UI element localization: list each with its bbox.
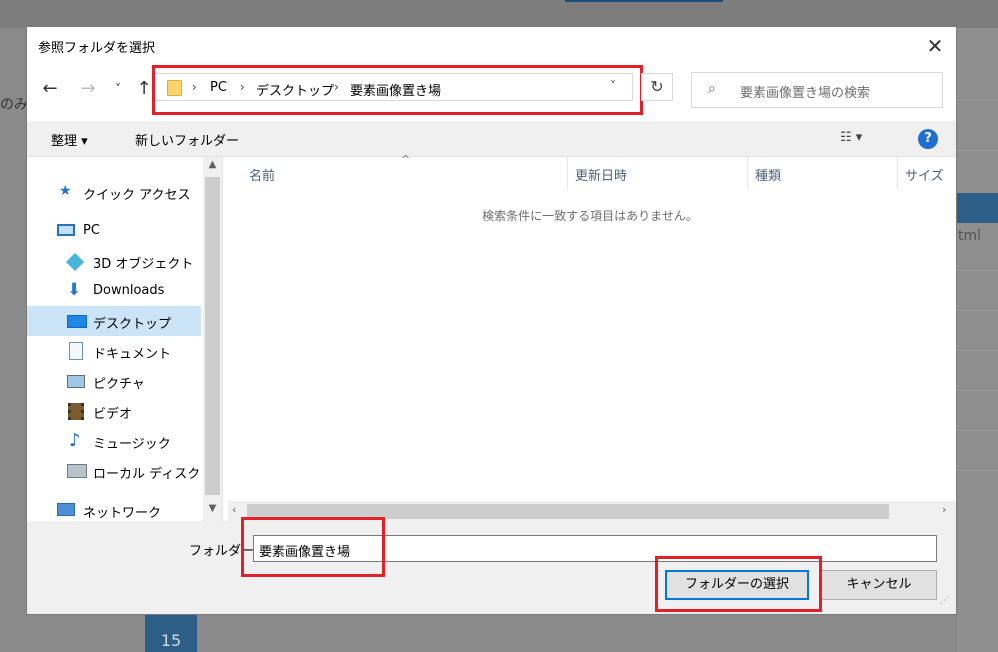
nav-item-label: 3D オブジェクト: [93, 257, 194, 272]
column-header-date-modified[interactable]: 更新日時: [575, 165, 627, 184]
music-note-icon: ♪: [69, 430, 81, 451]
picture-icon: [67, 375, 85, 388]
scroll-up-icon[interactable]: ▲: [203, 159, 222, 170]
nav-item-quick-access[interactable]: ★ クイック アクセス: [27, 177, 201, 207]
scroll-right-icon[interactable]: ›: [942, 503, 946, 516]
nav-item-videos[interactable]: ビデオ: [27, 396, 201, 426]
nav-item-label: ローカル ディスク (C: [93, 467, 219, 482]
scroll-down-icon[interactable]: ▼: [203, 503, 222, 514]
nav-item-pc[interactable]: PC: [27, 216, 201, 246]
background-divider: [957, 470, 998, 471]
close-icon[interactable]: ✕: [920, 32, 950, 60]
help-icon[interactable]: ?: [918, 129, 938, 149]
background-top-button: [565, 0, 723, 2]
background-divider: [957, 270, 998, 271]
new-folder-button[interactable]: 新しいフォルダー: [135, 130, 239, 149]
download-arrow-icon: ⬇: [67, 280, 82, 300]
title-bar: 参照フォルダを選択 ✕: [27, 27, 956, 65]
background-divider: [957, 100, 998, 101]
background-selected-row: [957, 193, 998, 223]
nav-item-label: ビデオ: [93, 407, 133, 422]
sort-indicator-icon: ^: [401, 153, 411, 166]
column-header-size[interactable]: サイズ: [905, 165, 944, 184]
nav-item-label: ピクチャ: [93, 377, 145, 392]
background-text: tml: [958, 228, 982, 244]
nav-item-downloads[interactable]: ⬇ Downloads: [27, 276, 201, 306]
nav-pane-scroll-thumb[interactable]: [205, 177, 220, 495]
empty-folder-message: 検索条件に一致する項目はありません。: [482, 209, 698, 223]
recent-locations-chevron-icon[interactable]: ˅: [107, 77, 129, 101]
star-icon: ★: [59, 183, 72, 199]
nav-item-desktop[interactable]: デスクトップ: [27, 306, 201, 336]
folder-picker-dialog: 参照フォルダを選択 ✕ ← → ˅ ↑ › PC › デスクトップ › 要素画像…: [26, 26, 957, 615]
search-placeholder: 要素画像置き場の検索: [740, 86, 871, 101]
nav-item-label: デスクトップ: [93, 317, 172, 332]
column-header-type[interactable]: 種類: [755, 165, 781, 184]
nav-item-local-disk[interactable]: ローカル ディスク (C: [27, 456, 219, 486]
nav-item-pictures[interactable]: ピクチャ: [27, 366, 201, 396]
dialog-title: 参照フォルダを選択: [38, 41, 156, 56]
refresh-icon[interactable]: ↻: [641, 73, 673, 101]
network-icon: [57, 503, 75, 516]
file-list-pane: ^ 名前 更新日時 種類 サイズ 検索条件に一致する項目はありません。: [222, 153, 956, 521]
disk-icon: [67, 464, 87, 478]
nav-item-label: クイック アクセス: [83, 188, 191, 203]
column-header-name[interactable]: 名前: [249, 165, 275, 184]
nav-item-label: ネットワーク: [83, 506, 162, 521]
column-divider[interactable]: [567, 157, 568, 189]
nav-item-label: Downloads: [93, 283, 165, 298]
background-row-number-15: 15: [160, 631, 182, 650]
nav-item-documents[interactable]: ドキュメント: [27, 336, 201, 366]
back-arrow-icon[interactable]: ←: [39, 77, 61, 101]
background-divider: [957, 310, 998, 311]
background-topbar: [0, 0, 998, 28]
resize-grip-icon[interactable]: ⋰: [940, 597, 954, 613]
video-icon: [68, 403, 84, 420]
cancel-button[interactable]: キャンセル: [821, 570, 937, 600]
background-divider: [957, 390, 998, 391]
nav-item-music[interactable]: ♪ ミュージック: [27, 426, 201, 456]
scroll-left-icon[interactable]: ‹: [232, 503, 236, 516]
nav-item-label: ミュージック: [93, 437, 171, 452]
highlight-select-button: [655, 556, 822, 612]
cube-icon: [65, 252, 85, 272]
desktop-icon: [67, 315, 87, 328]
search-icon: ⌕: [708, 81, 716, 97]
background-row-number: 14 15: [145, 597, 197, 652]
nav-item-label: PC: [83, 223, 100, 238]
command-toolbar: 整理 ▾ 新しいフォルダー ☷ ▾ ?: [27, 121, 956, 157]
background-divider: [957, 350, 998, 351]
background-divider: [957, 430, 998, 431]
highlight-address-bar: [152, 65, 643, 115]
nav-item-label: ドキュメント: [93, 347, 172, 362]
search-box[interactable]: ⌕ 要素画像置き場の検索: [691, 72, 943, 108]
column-divider[interactable]: [897, 157, 898, 189]
organize-menu-button[interactable]: 整理 ▾: [51, 130, 88, 149]
computer-icon: [57, 224, 75, 236]
view-options-icon[interactable]: ☷ ▾: [840, 130, 862, 145]
column-divider[interactable]: [747, 157, 748, 189]
document-icon: [69, 342, 83, 360]
background-text: のみ: [0, 97, 26, 113]
background-right-panel: [957, 28, 998, 652]
navigation-pane: ★ クイック アクセス PC 3D オブジェクト ⬇ Downloads デスク…: [27, 157, 222, 521]
nav-item-3d-objects[interactable]: 3D オブジェクト: [27, 246, 201, 276]
highlight-folder-field: [241, 517, 385, 577]
nav-item-network[interactable]: ネットワーク: [27, 495, 201, 525]
background-divider: [957, 150, 998, 151]
forward-arrow-icon[interactable]: →: [77, 77, 99, 101]
